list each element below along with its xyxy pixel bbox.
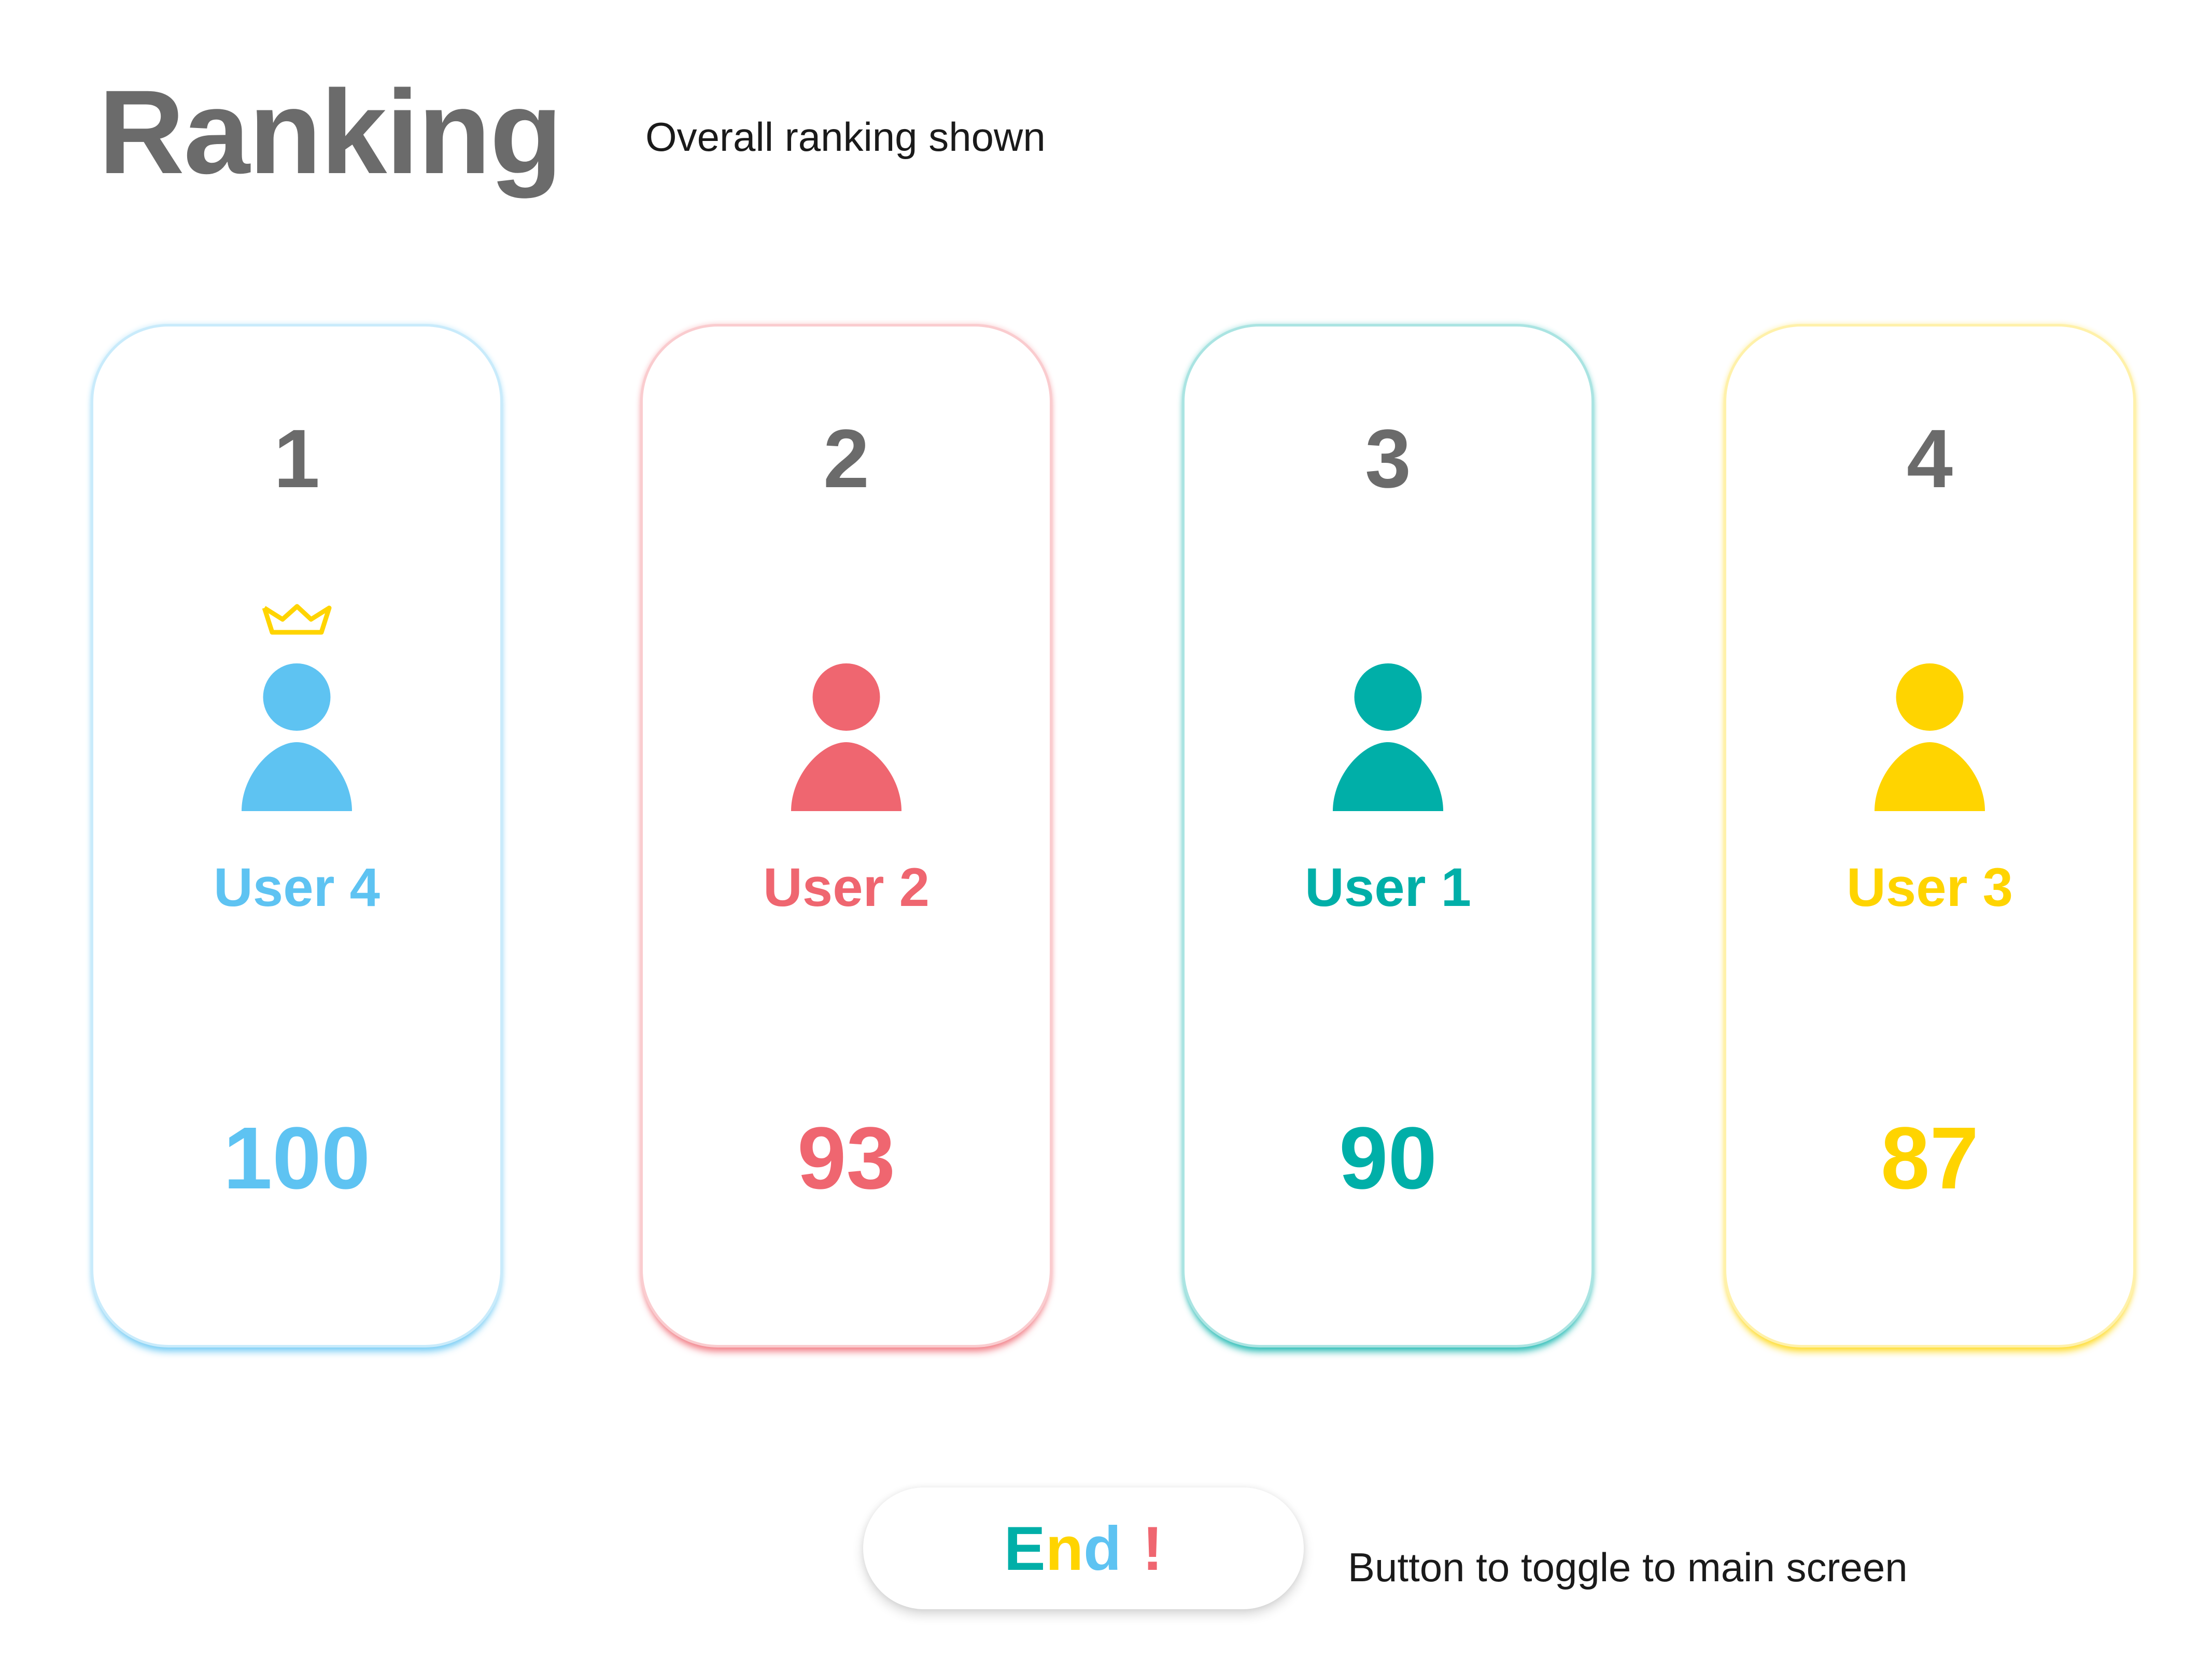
end-button-letter: ! (1142, 1513, 1163, 1583)
user-name-3: User 1 (1304, 857, 1472, 918)
user-score-3: 90 (1339, 1109, 1438, 1208)
user-score-4: 87 (1880, 1109, 1979, 1208)
user-name-2: User 2 (763, 857, 930, 918)
end-button-letter: E (1004, 1513, 1046, 1583)
end-button-letter: n (1045, 1513, 1084, 1583)
crown-icon (262, 604, 332, 635)
user-name-4: User 3 (1846, 857, 2013, 918)
rank-number-4: 4 (1907, 412, 1953, 505)
user-avatar-icon-1 (242, 663, 352, 811)
end-button-note: Button to toggle to main screen (1348, 1544, 1908, 1590)
page-subtitle: Overall ranking shown (645, 114, 1046, 160)
crown-outline (262, 604, 332, 635)
user-score-1: 100 (223, 1109, 371, 1208)
user-avatar-icon-3 (1333, 663, 1443, 811)
end-button[interactable]: E n d ! (863, 1487, 1304, 1609)
end-button-letter: d (1083, 1513, 1122, 1583)
rank-number-1: 1 (274, 412, 320, 505)
user-score-2: 93 (797, 1109, 896, 1208)
page-title: Ranking (98, 65, 562, 198)
rank-number-3: 3 (1365, 412, 1411, 505)
rank-number-2: 2 (823, 412, 869, 505)
user-avatar-icon-4 (1875, 663, 1985, 811)
user-name-1: User 4 (213, 857, 381, 918)
user-avatar-icon-2 (791, 663, 901, 811)
